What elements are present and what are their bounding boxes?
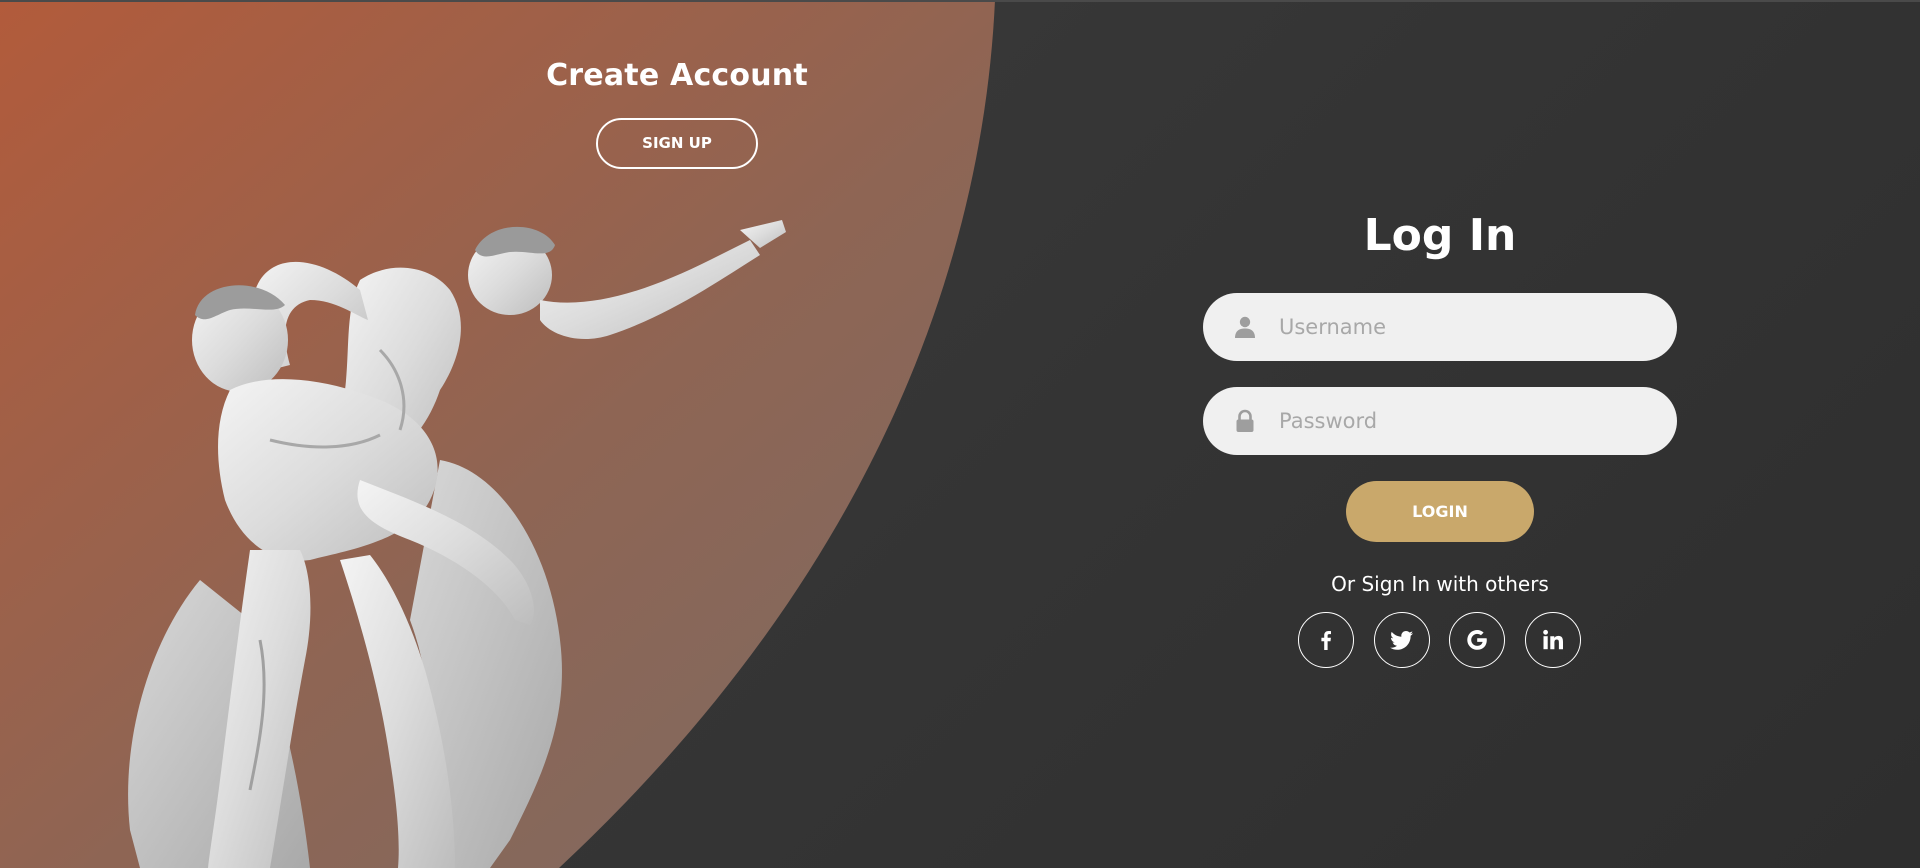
google-icon (1467, 630, 1487, 650)
linkedin-button[interactable] (1525, 612, 1581, 668)
signup-section: Create Account SIGN UP (477, 0, 877, 169)
statue-illustration (110, 220, 810, 868)
password-field[interactable] (1203, 387, 1677, 455)
social-login-buttons (1298, 612, 1588, 670)
create-account-heading: Create Account (546, 58, 808, 93)
twitter-icon (1390, 631, 1413, 650)
twitter-button[interactable] (1374, 612, 1430, 668)
password-input[interactable] (1279, 387, 1649, 455)
google-button[interactable] (1449, 612, 1505, 668)
username-input[interactable] (1279, 293, 1649, 361)
login-page: Create Account SIGN UP Log In LOG (0, 0, 1920, 868)
login-button[interactable]: LOGIN (1346, 481, 1534, 542)
top-border (0, 0, 1920, 2)
user-icon (1233, 315, 1257, 339)
social-login-caption: Or Sign In with others (1331, 572, 1549, 596)
login-heading: Log In (1363, 210, 1517, 261)
username-field[interactable] (1203, 293, 1677, 361)
linkedin-icon (1543, 629, 1563, 650)
facebook-icon (1321, 631, 1331, 650)
facebook-button[interactable] (1298, 612, 1354, 668)
sign-up-button[interactable]: SIGN UP (596, 118, 758, 169)
lock-icon (1233, 409, 1257, 433)
